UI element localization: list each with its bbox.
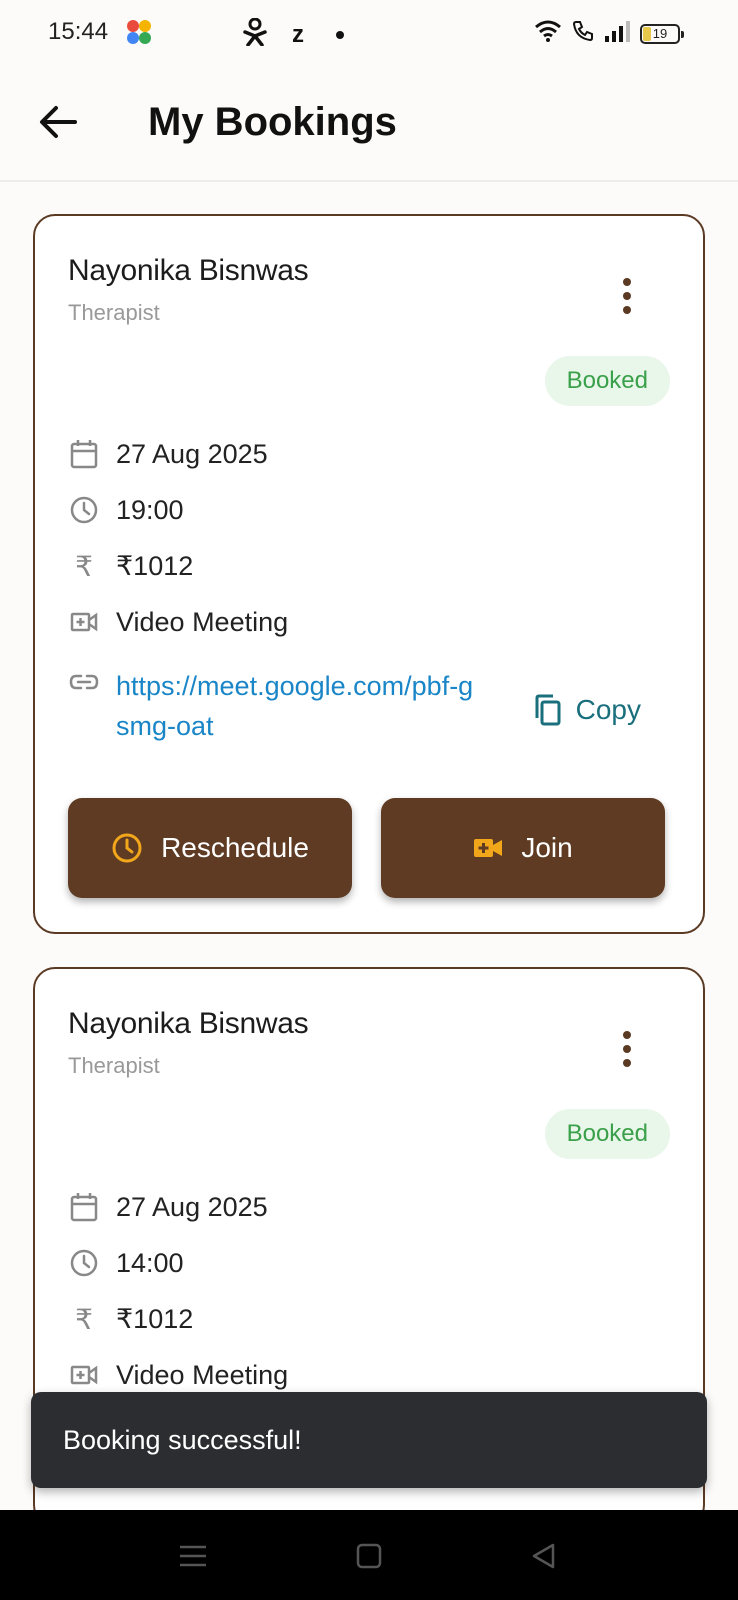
status-badge: Booked: [544, 356, 670, 406]
home-button[interactable]: [351, 1538, 387, 1574]
clock-icon: [68, 494, 100, 526]
reschedule-label: Reschedule: [161, 832, 309, 863]
booking-price: ₹1012: [116, 1303, 194, 1334]
booking-date: 27 Aug 2025: [116, 438, 268, 469]
join-label: Join: [521, 832, 573, 863]
therapist-name: Nayonika Bisnwas: [68, 1007, 309, 1040]
reschedule-button[interactable]: Reschedule: [68, 798, 352, 898]
booking-time: 19:00: [116, 494, 184, 525]
status-time: 15:44: [48, 18, 109, 45]
arrow-left-icon: [40, 106, 77, 138]
calendar-icon: [68, 438, 100, 470]
snackbar: Booking successful!: [31, 1392, 707, 1488]
page-title: My Bookings: [148, 100, 397, 144]
meeting-link-row: https://meet.google.com/pbf-gsmg-oat: [68, 666, 486, 746]
time-row: 14:00: [68, 1247, 184, 1279]
more-options-button[interactable]: [613, 1027, 641, 1071]
video-call-icon: [68, 1359, 100, 1391]
date-row: 27 Aug 2025: [68, 438, 268, 470]
calendar-icon: [68, 1191, 100, 1223]
snackbar-message: Booking successful!: [63, 1425, 302, 1455]
system-nav-bar: [0, 1510, 738, 1600]
date-row: 27 Aug 2025: [68, 1191, 268, 1223]
meeting-type-row: Video Meeting: [68, 606, 288, 638]
price-row: ₹ ₹1012: [68, 550, 193, 582]
signal-icon: [604, 20, 630, 47]
clock-icon: [68, 1247, 100, 1279]
booking-date: 27 Aug 2025: [116, 1191, 268, 1222]
booking-price: ₹1012: [116, 550, 194, 581]
copy-link-button[interactable]: Copy: [534, 694, 641, 726]
video-call-icon: [474, 839, 503, 857]
menu-icon: [180, 1545, 206, 1567]
more-options-button[interactable]: [613, 274, 641, 318]
therapist-name: Nayonika Bisnwas: [68, 254, 309, 287]
status-notification-icons: z: [126, 17, 344, 51]
booking-card: Nayonika Bisnwas Therapist Booked 27 Aug…: [33, 214, 705, 934]
booking-time: 14:00: [116, 1247, 184, 1278]
status-right-icons: 19: [534, 20, 684, 47]
meeting-type: Video Meeting: [116, 606, 289, 637]
more-vert-icon: [623, 1031, 631, 1039]
app-bar: My Bookings: [0, 66, 738, 182]
accessibility-icon: [242, 17, 268, 51]
copy-label: Copy: [575, 694, 641, 725]
app-icon: [126, 19, 152, 50]
status-badge: Booked: [544, 1109, 670, 1159]
link-icon: [68, 666, 100, 698]
meeting-type-row: Video Meeting: [68, 1359, 288, 1391]
system-back-button[interactable]: [526, 1538, 562, 1574]
price-row: ₹ ₹1012: [68, 1303, 193, 1335]
more-vert-icon: [623, 278, 631, 286]
time-row: 19:00: [68, 494, 184, 526]
rupee-icon: ₹: [75, 1303, 93, 1335]
clock-icon: [112, 833, 142, 863]
dot-icon: [336, 30, 344, 39]
video-call-icon: [68, 606, 100, 638]
therapist-role: Therapist: [68, 300, 160, 325]
rupee-icon: ₹: [75, 550, 93, 582]
back-button[interactable]: [30, 94, 86, 150]
copy-icon: [535, 694, 561, 726]
triangle-back-icon: [532, 1543, 555, 1569]
square-icon: [356, 1543, 382, 1569]
z-icon: z: [292, 20, 304, 48]
battery-icon: 19: [640, 23, 684, 44]
join-button[interactable]: Join: [381, 798, 665, 898]
wifi-icon: [534, 20, 562, 47]
call-icon: [572, 20, 594, 47]
meeting-link[interactable]: https://meet.google.com/pbf-gsmg-oat: [116, 666, 486, 746]
meeting-type: Video Meeting: [116, 1359, 289, 1390]
recents-button[interactable]: [175, 1538, 211, 1574]
therapist-role: Therapist: [68, 1053, 160, 1078]
status-bar: 15:44 z 19: [0, 0, 738, 66]
